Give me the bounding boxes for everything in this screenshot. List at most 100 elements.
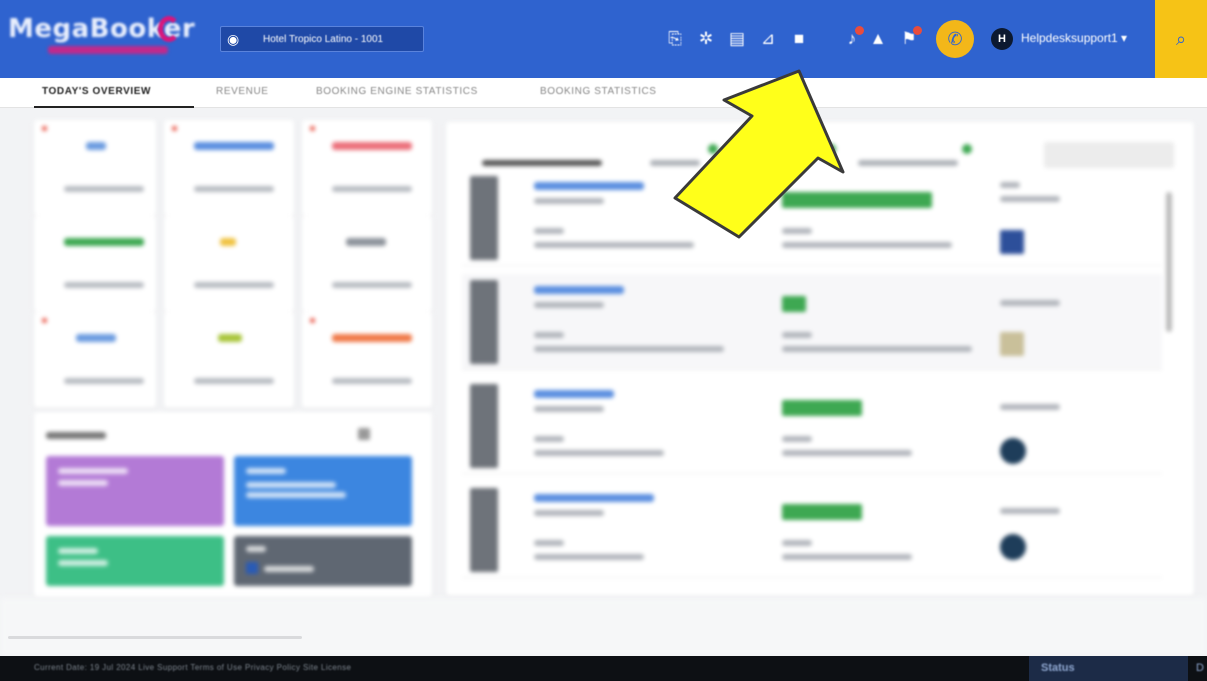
channel-value [782,450,912,456]
stat-card-label [194,186,274,192]
chart-icon[interactable]: ⊿ [756,27,780,51]
tab-booking-statistics[interactable]: BOOKING STATISTICS [540,86,657,97]
source-value [534,242,694,248]
source-label [534,436,564,442]
dashboard-content [0,108,1207,658]
source-value [534,346,724,352]
stat-card-value [86,142,106,150]
status-badge [782,504,862,520]
status-badge [782,192,932,208]
users-list-icon[interactable]: ▤ [725,27,749,51]
avatar[interactable]: H [991,28,1013,50]
channel-logo-icon [1000,438,1026,464]
globe-icon: ◉ [227,31,240,47]
stat-card-label [64,378,144,384]
network-icon[interactable]: ✲ [694,27,718,51]
stat-card-label [332,378,412,384]
tile-line [246,492,346,498]
stat-card-label [64,282,144,288]
megaphone-icon[interactable]: ✆ [936,20,974,58]
pin-notification-dot [855,26,864,35]
table-row[interactable] [462,170,1162,266]
channel-label [782,228,812,234]
stat-card[interactable] [302,312,432,408]
date-value [1000,508,1060,514]
search-icon: ⌕ [1175,29,1187,49]
guest-name-link[interactable] [534,390,614,398]
source-value [534,450,664,456]
table-row[interactable] [462,378,1162,474]
channel-value [782,554,912,560]
stat-card[interactable] [34,120,156,216]
quick-link-tile[interactable] [46,536,224,586]
stat-card-marker [310,126,315,131]
stat-card-value [76,334,116,342]
search-button[interactable]: ⌕ [1155,0,1207,78]
translate-icon[interactable]: ⎘ [663,27,687,51]
table-row[interactable] [462,482,1162,578]
tab-arrivals[interactable] [650,160,700,166]
stat-card-value [332,334,412,342]
channel-logo-icon [1000,534,1026,560]
stat-card-marker [42,126,47,131]
stat-card[interactable] [164,120,294,216]
hotel-selector[interactable]: ◉ Hotel Tropico Latino - 1001 [220,26,424,52]
count-badge [708,144,718,154]
tile-line [58,480,108,486]
reservation-date-badge [470,176,498,260]
megabooker-logo[interactable]: MegaBooker [8,14,206,60]
status-button[interactable]: Status [1029,656,1188,681]
quick-link-tile[interactable] [234,456,412,526]
tab-todays-overview[interactable]: TODAY'S OVERVIEW [42,86,151,97]
stat-card[interactable] [164,312,294,408]
user-menu[interactable]: Helpdesksupport1 ▾ [1021,31,1127,45]
channel-label [782,540,812,546]
stat-card-value [346,238,386,246]
channel-label [782,332,812,338]
tile-line [58,548,98,554]
logo-mark-icon [158,16,180,42]
table-row[interactable] [462,274,1162,370]
stat-card[interactable] [302,216,432,312]
scrollbar[interactable] [1166,192,1172,332]
channel-logo-icon [1000,332,1024,356]
tab-cancellations[interactable] [858,160,958,166]
stat-card-marker [310,318,315,323]
guest-details [534,406,604,412]
flag-notification-dot [913,26,922,35]
stat-card-label [64,186,144,192]
edit-icon[interactable] [358,428,370,440]
tile-line [58,468,128,474]
guest-name-link[interactable] [534,286,624,294]
horizontal-scrollbar[interactable] [8,636,302,639]
stat-card-value [194,142,274,150]
tab-booking-engine-statistics[interactable]: BOOKING ENGINE STATISTICS [316,86,478,97]
stat-card[interactable] [34,216,156,312]
footer-links[interactable]: Current Date: 19 Jul 2024 Live Support T… [34,663,351,672]
stat-card-marker [172,126,177,131]
guest-name-link[interactable] [534,182,644,190]
guest-name-link[interactable] [534,494,654,502]
source-label [534,228,564,234]
stat-card[interactable] [164,216,294,312]
stat-card-value [332,142,412,150]
quick-link-tile[interactable] [234,536,412,586]
tile-line [58,560,108,566]
stat-card-value [64,238,144,246]
bell-icon[interactable]: ▲ [866,27,890,51]
quick-link-tile[interactable] [46,456,224,526]
date-label [1000,182,1020,188]
date-value [1000,404,1060,410]
window-icon[interactable]: ■ [787,27,811,51]
tab-recent-reservations[interactable] [482,160,602,166]
export-button[interactable] [1044,142,1174,168]
tab-revenue[interactable]: REVENUE [216,86,269,97]
channel-value [782,346,972,352]
tile-line [246,546,266,552]
status-badge [782,400,862,416]
reservation-date-badge [470,488,498,572]
stat-card[interactable] [34,312,156,408]
status-label: Status [1041,662,1075,674]
stat-card[interactable] [302,120,432,216]
stat-card-value [220,238,236,246]
